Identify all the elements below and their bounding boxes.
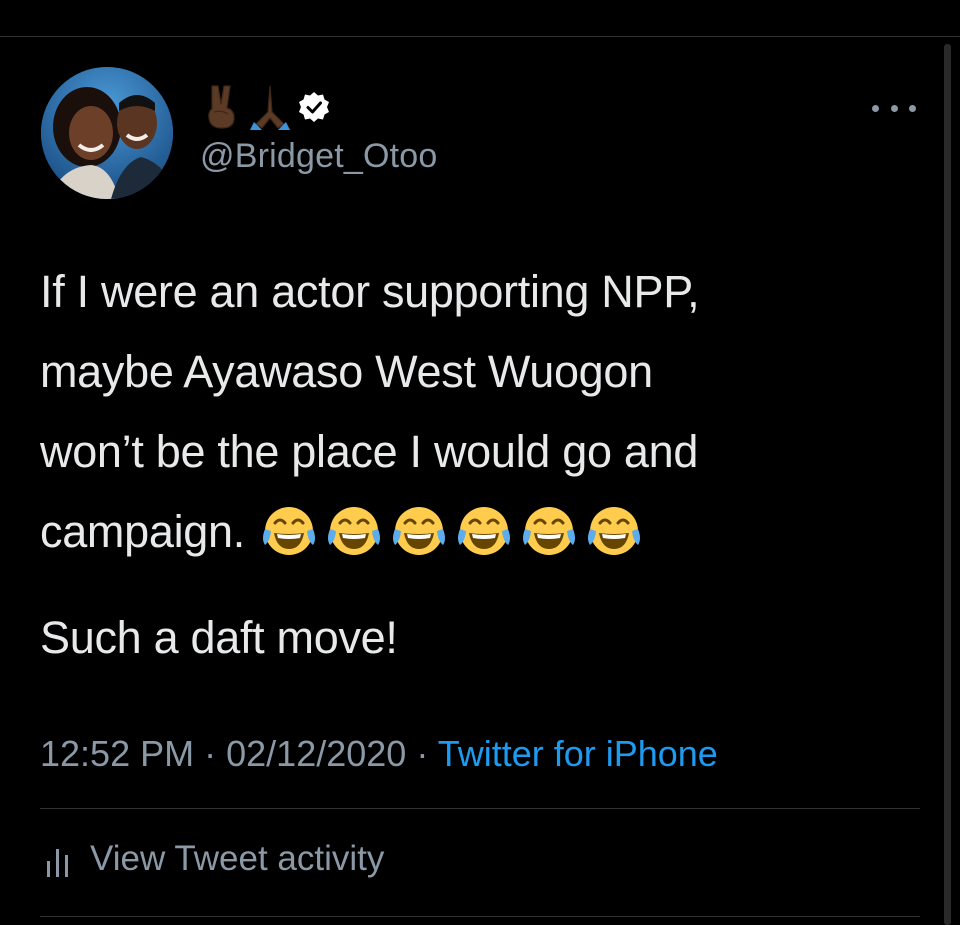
- tweet-line: won’t be the place I would go and: [40, 426, 699, 477]
- tweet-line: If I were an actor supporting NPP,: [40, 266, 700, 317]
- face-with-tears-of-joy-emoji: [327, 507, 380, 556]
- folded-hands-emoji: [250, 85, 290, 130]
- laughing-emoji-row: [259, 501, 644, 561]
- top-divider: [0, 36, 960, 37]
- face-with-tears-of-joy-emoji: [392, 507, 445, 556]
- display-name[interactable]: [200, 82, 330, 132]
- face-with-tears-of-joy-emoji: [262, 507, 315, 556]
- tweet-line: maybe Ayawaso West Wuogon: [40, 346, 653, 397]
- tweet-time[interactable]: 12:52 PM: [40, 733, 194, 774]
- user-handle[interactable]: @Bridget_Otoo: [200, 136, 437, 176]
- tweet-line-with-emojis: campaign.: [40, 492, 920, 572]
- more-dot: [890, 104, 898, 112]
- verified-badge-icon: [299, 92, 329, 122]
- tweet-second-paragraph: Such a daft move!: [40, 612, 398, 663]
- face-with-tears-of-joy-emoji: [587, 507, 640, 556]
- face-with-tears-of-joy-emoji: [522, 507, 575, 556]
- divider: [40, 808, 920, 809]
- more-dot: [909, 104, 916, 112]
- meta-separator: ·: [204, 733, 217, 774]
- tweet-text: If I were an actor supporting NPP, maybe…: [40, 252, 920, 663]
- profile-photo: [41, 67, 173, 199]
- view-tweet-activity-label: View Tweet activity: [90, 839, 385, 878]
- scrollbar[interactable]: [944, 44, 951, 925]
- face-with-tears-of-joy-emoji: [457, 507, 510, 556]
- avatar[interactable]: [41, 67, 173, 199]
- tweet-meta: 12:52 PM · 02/12/2020 · Twitter for iPho…: [40, 732, 718, 776]
- victory-hand-emoji: [208, 85, 235, 129]
- tweet-date[interactable]: 02/12/2020: [226, 733, 406, 774]
- divider: [40, 916, 920, 917]
- more-icon[interactable]: [872, 96, 916, 120]
- meta-separator: ·: [416, 733, 429, 774]
- tweet-line: campaign.: [40, 506, 245, 557]
- activity-chart-icon: [47, 849, 68, 877]
- view-tweet-activity-button[interactable]: View Tweet activity: [44, 836, 384, 882]
- tweet-source-link[interactable]: Twitter for iPhone: [438, 733, 718, 774]
- more-dot: [872, 104, 879, 112]
